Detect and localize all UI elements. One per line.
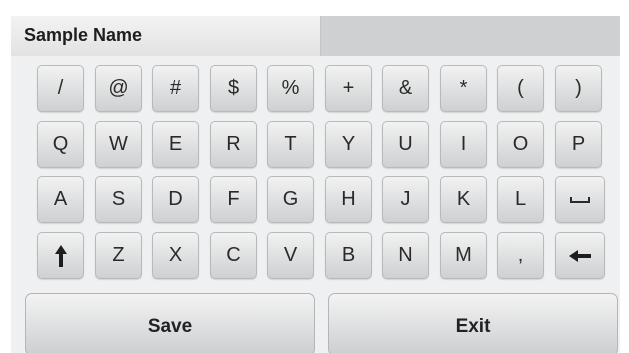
key-g[interactable]: G — [267, 176, 314, 223]
key-open-paren[interactable]: ( — [497, 65, 544, 112]
key-label: E — [168, 133, 183, 155]
key-label: ) — [575, 77, 582, 99]
key-w[interactable]: W — [95, 121, 142, 168]
key-label: X — [168, 244, 183, 266]
key-e[interactable]: E — [152, 121, 199, 168]
key-label: Q — [52, 133, 69, 155]
key-label: W — [109, 133, 128, 155]
key-b[interactable]: B — [325, 232, 372, 279]
keyboard-screen: Sample Name / @ # $ % + & * ( ) Q W E R … — [11, 16, 620, 353]
key-label: S — [111, 188, 126, 210]
key-a[interactable]: A — [37, 176, 84, 223]
key-y[interactable]: Y — [325, 121, 372, 168]
key-label: C — [226, 244, 241, 266]
key-label: L — [514, 188, 527, 210]
exit-button-label: Exit — [455, 316, 491, 337]
key-label: A — [53, 188, 68, 210]
key-label: N — [398, 244, 413, 266]
key-label: * — [459, 77, 468, 99]
key-asterisk[interactable]: * — [440, 65, 487, 112]
key-j[interactable]: J — [382, 176, 429, 223]
key-label: G — [282, 188, 299, 210]
key-o[interactable]: O — [497, 121, 544, 168]
save-button[interactable]: Save — [25, 293, 315, 353]
key-d[interactable]: D — [152, 176, 199, 223]
key-label: H — [341, 188, 356, 210]
key-space[interactable] — [555, 176, 605, 223]
key-close-paren[interactable]: ) — [555, 65, 602, 112]
space-bar-icon — [570, 196, 590, 203]
key-m[interactable]: M — [440, 232, 487, 279]
key-r[interactable]: R — [210, 121, 257, 168]
key-n[interactable]: N — [382, 232, 429, 279]
key-label: P — [571, 133, 586, 155]
key-v[interactable]: V — [267, 232, 314, 279]
key-label: & — [398, 77, 413, 99]
key-label: Y — [341, 133, 356, 155]
key-label: T — [284, 133, 297, 155]
key-label: R — [226, 133, 241, 155]
key-t[interactable]: T — [267, 121, 314, 168]
key-slash[interactable]: / — [37, 65, 84, 112]
key-c[interactable]: C — [210, 232, 257, 279]
action-bar: Save Exit — [11, 290, 620, 353]
key-label: + — [342, 77, 355, 99]
sample-name-label: Sample Name — [24, 25, 143, 45]
key-p[interactable]: P — [555, 121, 602, 168]
key-label: U — [398, 133, 413, 155]
key-backspace[interactable] — [555, 232, 605, 279]
key-at[interactable]: @ — [95, 65, 142, 112]
key-u[interactable]: U — [382, 121, 429, 168]
key-label: ( — [517, 77, 524, 99]
key-label: Z — [112, 244, 125, 266]
key-s[interactable]: S — [95, 176, 142, 223]
key-i[interactable]: I — [440, 121, 487, 168]
key-percent[interactable]: % — [267, 65, 314, 112]
exit-button[interactable]: Exit — [328, 293, 618, 353]
key-plus[interactable]: + — [325, 65, 372, 112]
key-h[interactable]: H — [325, 176, 372, 223]
key-label: F — [227, 188, 240, 210]
backspace-left-arrow-icon — [569, 249, 591, 262]
key-label: , — [517, 244, 524, 266]
key-label: M — [455, 244, 472, 266]
sample-name-field[interactable]: Sample Name — [11, 16, 321, 56]
key-label: # — [169, 77, 182, 99]
key-label: / — [57, 77, 64, 99]
key-label: K — [456, 188, 471, 210]
title-bar: Sample Name — [11, 16, 620, 56]
key-label: V — [283, 244, 298, 266]
key-z[interactable]: Z — [95, 232, 142, 279]
key-row-symbols: / @ # $ % + & * ( ) — [37, 65, 607, 112]
key-k[interactable]: K — [440, 176, 487, 223]
key-l[interactable]: L — [497, 176, 544, 223]
shift-up-arrow-icon — [54, 244, 67, 267]
key-q[interactable]: Q — [37, 121, 84, 168]
key-shift[interactable] — [37, 232, 84, 279]
key-label: I — [460, 133, 467, 155]
key-hash[interactable]: # — [152, 65, 199, 112]
save-button-label: Save — [147, 316, 193, 337]
key-dollar[interactable]: $ — [210, 65, 257, 112]
key-label: @ — [108, 77, 129, 99]
key-ampersand[interactable]: & — [382, 65, 429, 112]
key-label: % — [281, 77, 300, 99]
key-label: B — [341, 244, 356, 266]
key-row-asdf: A S D F G H J K L — [37, 176, 607, 223]
key-label: $ — [227, 77, 240, 99]
key-row-zxcv: Z X C V B N M , — [37, 232, 607, 279]
key-label: D — [168, 188, 183, 210]
key-label: J — [400, 188, 411, 210]
key-row-qwerty: Q W E R T Y U I O P — [37, 121, 607, 168]
key-comma[interactable]: , — [497, 232, 544, 279]
on-screen-keyboard: / @ # $ % + & * ( ) Q W E R T Y U I O P … — [11, 56, 620, 288]
key-f[interactable]: F — [210, 176, 257, 223]
key-x[interactable]: X — [152, 232, 199, 279]
key-label: O — [512, 133, 529, 155]
